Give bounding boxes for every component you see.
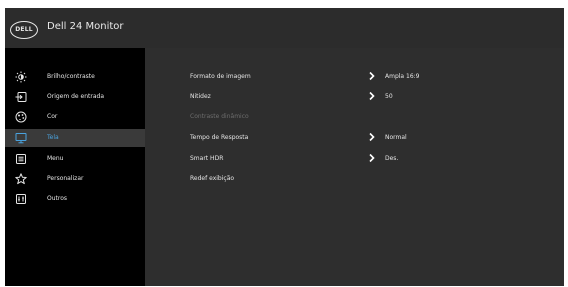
sidebar-item-color[interactable]: Cor [5, 108, 145, 126]
sidebar-item-label: Origem de entrada [47, 93, 104, 100]
chevron-right-icon [367, 70, 377, 82]
sidebar-item-label: Outros [47, 195, 68, 202]
sidebar-item-personalize[interactable]: Personalizar [5, 170, 145, 188]
sidebar-item-menu[interactable]: Menu [5, 150, 145, 168]
dell-logo: DELL [10, 21, 38, 39]
sidebar-item-display[interactable]: Tela [5, 129, 145, 147]
setting-label: Nitidez [190, 93, 211, 100]
setting-reset-display[interactable]: Redef exibição [145, 170, 564, 188]
sidebar-item-label: Cor [47, 113, 58, 120]
monitor-title: Dell 24 Monitor [47, 21, 124, 32]
sidebar-item-label: Tela [47, 134, 59, 141]
setting-label: Smart HDR [190, 155, 224, 162]
monitor-osd: DELL Dell 24 Monitor Brilho/contraste Or… [5, 8, 564, 286]
star-icon [15, 173, 27, 185]
chevron-right-icon [367, 152, 377, 164]
setting-value: Normal [385, 134, 407, 141]
setting-label: Formato de imagem [190, 73, 251, 80]
setting-label: Redef exibição [190, 175, 235, 182]
setting-value: 50 [385, 93, 393, 100]
osd-header: DELL Dell 24 Monitor [5, 8, 564, 48]
others-icon [15, 193, 27, 205]
chevron-right-icon [367, 131, 377, 143]
setting-sharpness[interactable]: Nitidez 50 [145, 88, 564, 106]
chevron-right-icon [367, 90, 377, 102]
sidebar-item-brightness-contrast[interactable]: Brilho/contraste [5, 68, 145, 86]
color-icon [15, 111, 27, 123]
menu-icon [15, 153, 27, 165]
setting-response-time[interactable]: Tempo de Resposta Normal [145, 129, 564, 147]
setting-smart-hdr[interactable]: Smart HDR Des. [145, 150, 564, 168]
setting-label: Tempo de Resposta [190, 134, 249, 141]
sidebar-item-label: Menu [47, 155, 64, 162]
input-source-icon [15, 91, 27, 103]
settings-panel: Formato de imagem Ampla 16:9 Nitidez 50 … [145, 48, 564, 286]
sidebar-item-input-source[interactable]: Origem de entrada [5, 88, 145, 106]
setting-aspect-ratio[interactable]: Formato de imagem Ampla 16:9 [145, 68, 564, 86]
sidebar-item-label: Brilho/contraste [47, 73, 95, 80]
setting-value: Des. [385, 155, 399, 162]
sidebar: Brilho/contraste Origem de entrada Cor T… [5, 48, 145, 286]
sidebar-item-others[interactable]: Outros [5, 190, 145, 208]
setting-value: Ampla 16:9 [385, 73, 420, 80]
brightness-icon [15, 71, 27, 83]
setting-label: Contraste dinâmico [190, 113, 249, 120]
sidebar-item-label: Personalizar [47, 175, 84, 182]
setting-dynamic-contrast: Contraste dinâmico [145, 108, 564, 126]
display-icon [15, 132, 27, 144]
